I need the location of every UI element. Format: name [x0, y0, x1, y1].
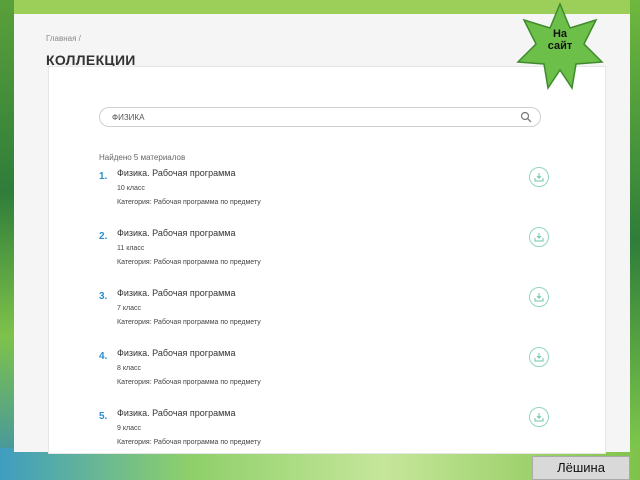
item-title-link[interactable]: Физика. Рабочая программа: [117, 348, 235, 358]
item-grade: 8 класс: [117, 365, 141, 372]
item-number: 3.: [99, 291, 108, 302]
search-input[interactable]: [112, 110, 512, 124]
download-icon: [534, 353, 544, 362]
item-title-link[interactable]: Физика. Рабочая программа: [117, 408, 235, 418]
search-box[interactable]: [99, 107, 541, 127]
download-button[interactable]: [529, 287, 549, 307]
download-icon: [534, 293, 544, 302]
download-button[interactable]: [529, 407, 549, 427]
download-icon: [534, 413, 544, 422]
list-item: 2. Физика. Рабочая программа 11 класс Ка…: [99, 227, 549, 287]
download-button[interactable]: [529, 227, 549, 247]
item-number: 4.: [99, 351, 108, 362]
badge-line-1: На: [552, 28, 568, 40]
item-number: 1.: [99, 171, 108, 182]
item-category: Категория: Рабочая программа по предмету: [117, 319, 261, 326]
download-icon: [534, 173, 544, 182]
download-icon: [534, 233, 544, 242]
item-number: 2.: [99, 231, 108, 242]
download-button[interactable]: [529, 167, 549, 187]
item-category: Категория: Рабочая программа по предмету: [117, 379, 261, 386]
item-grade: 7 класс: [117, 305, 141, 312]
item-title-link[interactable]: Физика. Рабочая программа: [117, 228, 235, 238]
results-list: 1. Физика. Рабочая программа 10 класс Ка…: [99, 167, 549, 467]
search-icon[interactable]: [520, 111, 532, 123]
download-button[interactable]: [529, 347, 549, 367]
item-category: Категория: Рабочая программа по предмету: [117, 199, 261, 206]
item-category: Категория: Рабочая программа по предмету: [117, 439, 261, 446]
found-count: Найдено 5 материалов: [99, 153, 186, 162]
list-item: 3. Физика. Рабочая программа 7 класс Кат…: [99, 287, 549, 347]
item-title-link[interactable]: Физика. Рабочая программа: [117, 288, 235, 298]
item-grade: 9 класс: [117, 425, 141, 432]
badge-line-2: сайт: [547, 40, 573, 52]
breadcrumb[interactable]: Главная /: [46, 34, 81, 43]
item-number: 5.: [99, 411, 108, 422]
item-category: Категория: Рабочая программа по предмету: [117, 259, 261, 266]
collections-card: Найдено 5 материалов 1. Физика. Рабочая …: [48, 66, 606, 454]
item-grade: 10 класс: [117, 185, 145, 192]
item-title-link[interactable]: Физика. Рабочая программа: [117, 168, 235, 178]
background-right-strip: [630, 0, 640, 480]
item-grade: 11 класс: [117, 245, 145, 252]
background-left-strip: [0, 0, 14, 480]
list-item: 1. Физика. Рабочая программа 10 класс Ка…: [99, 167, 549, 227]
list-item: 4. Физика. Рабочая программа 8 класс Кат…: [99, 347, 549, 407]
author-label: Лёшина: [532, 456, 630, 480]
to-site-link[interactable]: На сайт: [516, 28, 604, 52]
list-item: 5. Физика. Рабочая программа 9 класс Кат…: [99, 407, 549, 467]
